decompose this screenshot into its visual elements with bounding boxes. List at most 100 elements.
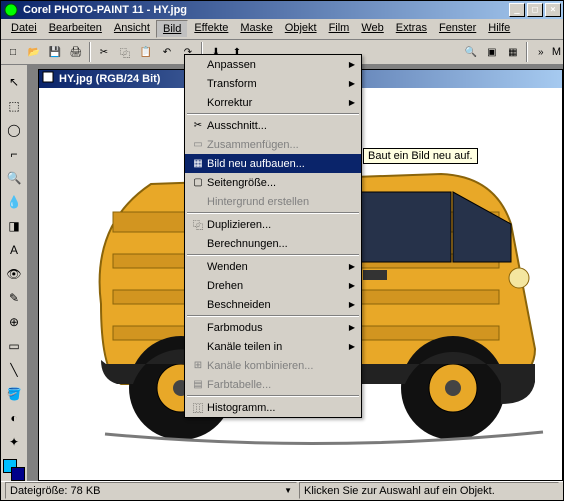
close-button[interactable]: × (545, 3, 561, 17)
menuitem-label: Hintergrund erstellen (207, 196, 309, 208)
text-tool[interactable]: A (3, 239, 25, 261)
toolbar-sep (89, 42, 91, 62)
menu-hilfe[interactable]: Hilfe (482, 20, 516, 38)
clone-tool[interactable]: ⊕ (3, 311, 25, 333)
submenu-arrow-icon: ▶ (349, 79, 355, 88)
dropdown-icon[interactable]: ▼ (284, 486, 292, 495)
menu-effekte[interactable]: Effekte (188, 20, 234, 38)
paste-button[interactable]: 📋 (136, 42, 156, 62)
menuitem-icon (189, 259, 207, 275)
menuitem-wenden[interactable]: Wenden▶ (185, 257, 361, 276)
menuitem-label: Histogramm... (207, 402, 275, 414)
pointer-tool[interactable]: ↖ (3, 71, 25, 93)
menuitem-berechnungen-[interactable]: Berechnungen... (185, 234, 361, 253)
zoom-tool[interactable]: 🔍 (3, 167, 25, 189)
menu-separator (187, 315, 359, 317)
zoom-button[interactable]: 🔍 (461, 42, 481, 62)
menu-web[interactable]: Web (355, 20, 389, 38)
menuitem-beschneiden[interactable]: Beschneiden ▶ (185, 295, 361, 314)
menu-ansicht[interactable]: Ansicht (108, 20, 156, 38)
menuitem-label: Transform (207, 78, 257, 90)
app-icon (3, 2, 19, 18)
menuitem-hintergrund-erstellen: Hintergrund erstellen (185, 192, 361, 211)
menu-bild[interactable]: Bild (156, 20, 188, 38)
menu-bearbeiten[interactable]: Bearbeiten (43, 20, 108, 38)
menuitem-label: Kanäle kombinieren... (207, 360, 313, 372)
menu-separator (187, 212, 359, 214)
menuitem-drehen[interactable]: Drehen▶ (185, 276, 361, 295)
menuitem-kan-le-kombinieren-: ⊞Kanäle kombinieren... (185, 356, 361, 375)
undo-button[interactable]: ↶ (157, 42, 177, 62)
cut-button[interactable]: ✂ (94, 42, 114, 62)
grid-button[interactable]: ▦ (503, 42, 523, 62)
menu-separator (187, 113, 359, 115)
menuitem-icon (189, 95, 207, 111)
menu-fenster[interactable]: Fenster (433, 20, 482, 38)
menuitem-icon: ⿲ (189, 400, 207, 416)
color-swatch[interactable] (3, 459, 25, 481)
open-button[interactable]: 📂 (24, 42, 44, 62)
menuitem-zusammenf-gen-: ▭Zusammenfügen... (185, 135, 361, 154)
menuitem-icon (189, 76, 207, 92)
mask-button[interactable]: ▣ (482, 42, 502, 62)
menuitem-label: Farbmodus (207, 322, 263, 334)
menu-separator (187, 254, 359, 256)
menuitem-label: Duplizieren... (207, 219, 271, 231)
eraser-tool[interactable]: ◨ (3, 215, 25, 237)
eyedropper-tool[interactable]: 💧 (3, 191, 25, 213)
new-button[interactable]: □ (3, 42, 23, 62)
effect-tool[interactable]: ✦ (3, 431, 25, 453)
submenu-arrow-icon: ▶ (349, 98, 355, 107)
menuitem-korrektur[interactable]: Korrektur ▶ (185, 93, 361, 112)
shape-tool[interactable]: ▭ (3, 335, 25, 357)
redeye-tool[interactable]: 👁 (3, 263, 25, 285)
print-button[interactable]: 🖨 (66, 42, 86, 62)
menu-objekt[interactable]: Objekt (279, 20, 323, 38)
brush-tool[interactable]: ✎ (3, 287, 25, 309)
menuitem-transform[interactable]: Transform ▶ (185, 74, 361, 93)
line-tool[interactable]: ╲ (3, 359, 25, 381)
menuitem-bild-neu-aufbauen-[interactable]: ▦Bild neu aufbauen... (185, 154, 361, 173)
maximize-button[interactable]: □ (527, 3, 543, 17)
menu-film[interactable]: Film (323, 20, 356, 38)
minimize-button[interactable]: _ (509, 3, 525, 17)
menuitem-farbmodus[interactable]: Farbmodus ▶ (185, 318, 361, 337)
status-filesize[interactable]: Dateigröße: 78 KB ▼ (5, 482, 297, 499)
menuitem-icon: ⿻ (189, 217, 207, 233)
menu-extras[interactable]: Extras (390, 20, 433, 38)
menuitem-icon (189, 320, 207, 336)
lasso-tool[interactable]: ◯ (3, 119, 25, 141)
menuitem-anpassen[interactable]: Anpassen▶ (185, 55, 361, 74)
launcher-button[interactable]: » (531, 42, 551, 62)
menuitem-label: Wenden (207, 261, 248, 273)
menuitem-icon (189, 339, 207, 355)
save-button[interactable]: 💾 (45, 42, 65, 62)
titlebar: Corel PHOTO-PAINT 11 - HY.jpg _ □ × (1, 1, 563, 19)
menuitem-histogramm-[interactable]: ⿲Histogramm... (185, 398, 361, 417)
menu-datei[interactable]: Datei (5, 20, 43, 38)
menuitem-icon (189, 194, 207, 210)
rect-mask-tool[interactable]: ⬚ (3, 95, 25, 117)
copy-button[interactable]: ⿻ (115, 42, 135, 62)
menuitem-kan-le-teilen-in[interactable]: Kanäle teilen in▶ (185, 337, 361, 356)
background-color[interactable] (11, 467, 25, 481)
menuitem-label: Korrektur (207, 97, 252, 109)
crop-tool[interactable]: ⌐ (3, 143, 25, 165)
fill-tool[interactable]: 🪣 (3, 383, 25, 405)
menuitem-ausschnitt-[interactable]: ✂Ausschnitt... (185, 116, 361, 135)
menuitem-label: Beschneiden (207, 299, 271, 311)
menuitem-duplizieren-[interactable]: ⿻Duplizieren... (185, 215, 361, 234)
menuitem-icon: ▭ (189, 137, 207, 153)
menuitem-icon: ▦ (189, 156, 207, 172)
menuitem-label: Drehen (207, 280, 243, 292)
statusbar: Dateigröße: 78 KB ▼ Klicken Sie zur Ausw… (1, 481, 563, 500)
gradient-tool[interactable]: ◐ (3, 407, 25, 429)
menuitem-seitengr-e-[interactable]: ▢Seitengröße... (185, 173, 361, 192)
menuitem-icon: ▤ (189, 377, 207, 393)
submenu-arrow-icon: ▶ (349, 300, 355, 309)
submenu-arrow-icon: ▶ (349, 323, 355, 332)
menu-maske[interactable]: Maske (234, 20, 278, 38)
menuitem-icon: ⊞ (189, 358, 207, 374)
menuitem-label: Berechnungen... (207, 238, 288, 250)
menuitem-icon (189, 236, 207, 252)
